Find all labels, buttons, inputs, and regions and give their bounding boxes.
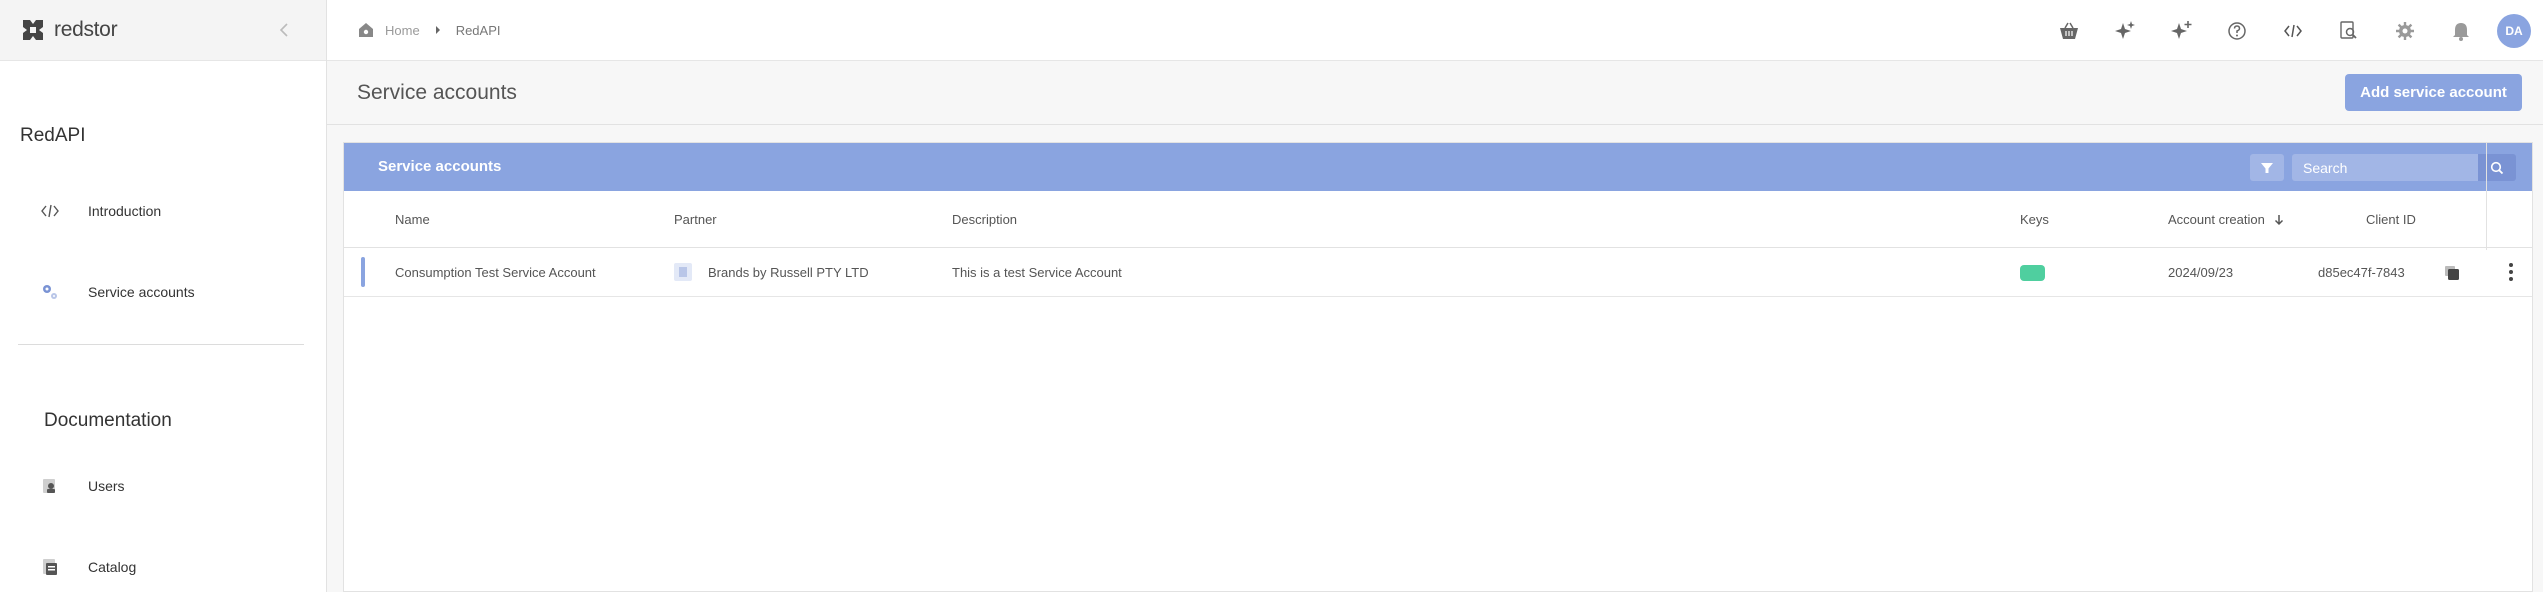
basket-icon[interactable] <box>2041 11 2097 51</box>
chevron-right-icon <box>434 25 442 35</box>
chevron-left-icon <box>279 23 288 37</box>
sidebar-item-label: Introduction <box>88 203 162 219</box>
search-input[interactable] <box>2292 154 2478 181</box>
cell-client-id: d85ec47f-7843 <box>2318 265 2405 280</box>
redstor-logo-icon <box>20 17 46 43</box>
search-doc-icon[interactable] <box>2321 11 2377 51</box>
gears-icon <box>40 282 60 302</box>
search-icon <box>2490 161 2504 174</box>
sidebar: redstor RedAPI Introduction Service acco… <box>0 0 327 592</box>
page-header: Service accounts Add service account <box>327 61 2543 125</box>
sidebar-item-users[interactable]: Users <box>40 466 125 506</box>
partner-logo-icon <box>674 263 692 281</box>
panel-title: Service accounts <box>378 158 502 175</box>
column-header-label: Account creation <box>2168 212 2265 227</box>
catalog-doc-icon <box>40 557 60 577</box>
filter-icon <box>2261 162 2273 173</box>
cell-name: Consumption Test Service Account <box>395 265 596 280</box>
bell-icon[interactable] <box>2433 11 2489 51</box>
copy-client-id-button[interactable] <box>2442 263 2462 283</box>
copy-icon <box>2445 266 2459 280</box>
breadcrumb: Home RedAPI <box>357 21 501 39</box>
service-accounts-panel: Service accounts Name Partner Descriptio… <box>343 142 2533 592</box>
code-icon <box>40 201 60 221</box>
documentation-title: Documentation <box>44 410 172 431</box>
sidebar-item-label: Service accounts <box>88 284 195 300</box>
column-header-client-id[interactable]: Client ID <box>2366 212 2416 227</box>
table-header: Name Partner Description Keys Account cr… <box>344 191 2532 248</box>
row-selection-marker <box>361 257 365 287</box>
panel-header: Service accounts <box>344 143 2532 191</box>
column-header-keys[interactable]: Keys <box>2020 212 2049 227</box>
sparkle-plus-icon[interactable] <box>2153 11 2209 51</box>
avatar[interactable]: DA <box>2497 13 2531 48</box>
sparkle-icon[interactable] <box>2097 11 2153 51</box>
section-title: RedAPI <box>20 125 86 146</box>
sidebar-item-label: Users <box>88 478 125 494</box>
breadcrumb-home[interactable]: Home <box>385 23 420 38</box>
sidebar-item-label: Catalog <box>88 559 137 575</box>
column-header-partner[interactable]: Partner <box>674 212 717 227</box>
code-icon[interactable] <box>2265 11 2321 51</box>
column-divider <box>2486 143 2487 250</box>
brand-name: redstor <box>54 18 118 41</box>
logo-bar: redstor <box>0 0 326 61</box>
topbar: Home RedAPI DA <box>327 0 2543 61</box>
row-actions-button[interactable] <box>2499 260 2523 284</box>
collapse-sidebar-button[interactable] <box>272 18 296 42</box>
sidebar-item-catalog[interactable]: Catalog <box>40 547 136 587</box>
home-icon[interactable] <box>357 21 375 39</box>
cell-description: This is a test Service Account <box>952 265 1122 280</box>
topbar-actions: DA <box>2041 0 2543 61</box>
cell-account-creation: 2024/09/23 <box>2168 265 2234 280</box>
sidebar-item-service-accounts[interactable]: Service accounts <box>40 272 195 312</box>
cell-partner: Brands by Russell PTY LTD <box>708 265 869 280</box>
help-icon[interactable] <box>2209 11 2265 51</box>
column-header-description[interactable]: Description <box>952 212 1017 227</box>
sidebar-item-introduction[interactable]: Introduction <box>40 191 161 231</box>
sort-descending-icon <box>2274 214 2283 225</box>
users-doc-icon <box>40 476 60 496</box>
sidebar-divider <box>18 344 304 345</box>
column-header-account-creation[interactable]: Account creation <box>2168 212 2285 227</box>
filter-button[interactable] <box>2250 154 2284 181</box>
breadcrumb-current: RedAPI <box>455 22 501 38</box>
add-service-account-button[interactable]: Add service account <box>2345 74 2522 111</box>
search-button[interactable] <box>2478 154 2516 181</box>
key-status-badge[interactable] <box>2020 265 2045 281</box>
table-row[interactable]: Consumption Test Service Account Brands … <box>344 248 2532 297</box>
page-title: Service accounts <box>357 81 517 104</box>
column-header-name[interactable]: Name <box>395 212 430 227</box>
gear-icon[interactable] <box>2377 11 2433 51</box>
more-vertical-icon <box>2509 263 2513 281</box>
